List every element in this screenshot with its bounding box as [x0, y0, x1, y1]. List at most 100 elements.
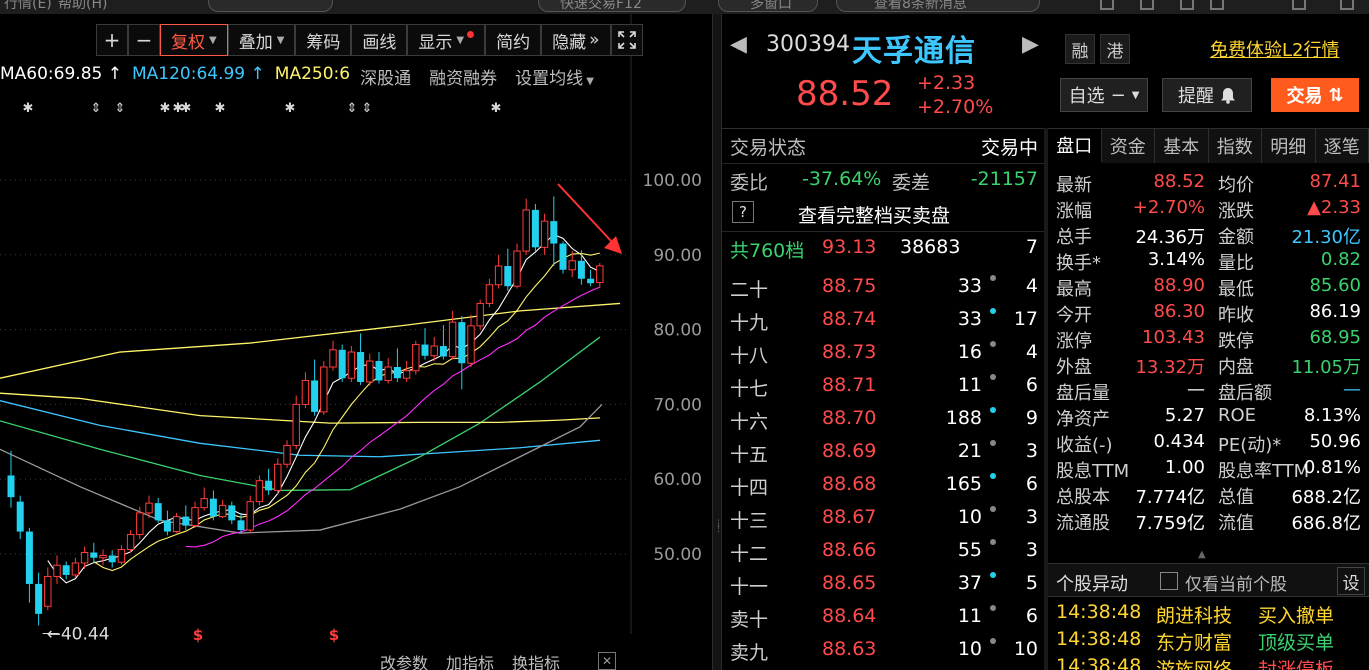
full-book-row[interactable]: ? 查看完整档买卖盘	[722, 197, 1044, 229]
event-updown-icon: ⇕	[115, 101, 126, 116]
current-only-checkbox[interactable]	[1160, 572, 1178, 590]
orderbook-row[interactable]: 卖十 88.64 11 6	[722, 601, 1044, 633]
hide-label: 隐藏	[552, 32, 587, 53]
order-dot-icon	[990, 407, 996, 413]
edit-params-button[interactable]: 改参数	[380, 650, 428, 670]
draw-button[interactable]: 画线	[351, 24, 408, 56]
phone-download-pill[interactable]	[208, 0, 333, 12]
candle-body	[347, 351, 356, 379]
level-label: 十九	[730, 312, 769, 334]
hk-connect-tag-button[interactable]: 港	[1100, 34, 1130, 64]
tab-orderbook[interactable]: 盘口	[1048, 129, 1102, 163]
price-change: +2.33	[917, 72, 976, 94]
watchlist-button[interactable]: 自选 − ▼	[1060, 78, 1148, 112]
current-only-label[interactable]: 仅看当前个股	[1185, 570, 1287, 595]
tab-capital[interactable]: 资金	[1101, 129, 1155, 163]
annotation-arrow-head-icon	[604, 236, 622, 254]
abnormal-move-row[interactable]: 14:38:48 朗进科技 买入撤单	[1048, 599, 1369, 627]
quote-value: —	[1187, 379, 1205, 400]
add-indicator-button[interactable]: 加指标	[446, 650, 494, 670]
full-book-link[interactable]: 查看完整档买卖盘	[798, 201, 950, 228]
zoom-in-button[interactable]: +	[96, 24, 128, 56]
candle-body	[228, 505, 236, 521]
display-button[interactable]: 显示 ▼	[407, 24, 486, 56]
abnormal-move-row[interactable]: 14:38:48 游族网络 封涨停板	[1048, 653, 1369, 670]
candle-body	[375, 361, 383, 381]
orderbook-row[interactable]: 卖九 88.63 10 10	[722, 634, 1044, 666]
orderbook-row[interactable]: 十八 88.73 16 4	[722, 337, 1044, 369]
tab-index[interactable]: 指数	[1208, 129, 1262, 163]
overlay-button[interactable]: 叠加 ▼	[227, 24, 296, 56]
alert-label: 提醒	[1178, 86, 1214, 107]
orderbook-row[interactable]: 十六 88.70 188 9	[722, 403, 1044, 435]
candle-body	[430, 345, 438, 357]
expand-icon-svg	[617, 31, 636, 49]
window-icon[interactable]	[1210, 0, 1224, 10]
level-count: 4	[1025, 275, 1038, 297]
quote-value: 85.60	[1309, 275, 1361, 296]
multi-window-label: 多窗口	[750, 0, 792, 12]
orderbook-row[interactable]: 十九 88.74 33 17	[722, 304, 1044, 336]
help-icon[interactable]: ?	[732, 201, 754, 223]
stock-name[interactable]: 天孚通信	[852, 26, 976, 70]
collapse-handle-icon[interactable]: ▲	[1198, 549, 1206, 560]
candle-body	[522, 209, 530, 252]
tab-detail[interactable]: 明细	[1262, 129, 1316, 163]
orderbook-row[interactable]: 十七 88.71 11 6	[722, 370, 1044, 402]
caret-down-icon: ▼	[276, 34, 285, 46]
orderbook-row[interactable]: 十五 88.69 21 3	[722, 436, 1044, 468]
l2-trial-link[interactable]: 免费体验L2行情	[1210, 36, 1339, 62]
order-dot-icon	[990, 374, 996, 380]
abnormal-settings-button[interactable]: 设	[1337, 567, 1365, 595]
order-book: 交易状态 交易中 委比 -37.64% 委差 -21157 ? 查看完整档买卖盘…	[722, 128, 1044, 670]
menu-help[interactable]: 帮助(H)	[58, 0, 107, 13]
orderbook-row[interactable]: 十四 88.68 165 6	[722, 469, 1044, 501]
expand-icon[interactable]	[610, 24, 643, 56]
chip-button[interactable]: 筹码	[295, 24, 352, 56]
ma-settings-label: 设置均线	[515, 69, 584, 89]
orderbook-row[interactable]: 十二 88.66 55 3	[722, 535, 1044, 567]
sz-connect-link[interactable]: 深股通	[360, 64, 411, 89]
margin-trading-link[interactable]: 融资融券	[429, 64, 497, 89]
candle-body	[550, 221, 558, 244]
abnormal-move-row[interactable]: 14:38:48 东方财富 顶级买单	[1048, 626, 1369, 654]
indicator-tools: 改参数 加指标 换指标	[380, 650, 560, 670]
alert-button[interactable]: 提醒	[1162, 78, 1252, 112]
orderbook-row[interactable]: 十一 88.65 37 5	[722, 568, 1044, 600]
window-icon[interactable]	[1180, 0, 1194, 10]
switch-indicator-button[interactable]: 换指标	[512, 650, 560, 670]
wb-value: -37.64%	[802, 168, 882, 190]
orderbook-row[interactable]: 十三 88.67 10 3	[722, 502, 1044, 534]
candle-body	[559, 243, 567, 270]
level-count: 3	[1025, 506, 1038, 528]
menu-quotes[interactable]: 行情(E)	[4, 0, 52, 13]
ma-long-line	[0, 403, 603, 534]
tab-tick[interactable]: 逐笔	[1315, 129, 1369, 163]
level-volume: 33	[957, 275, 982, 297]
candle-body	[44, 575, 52, 607]
prev-stock-icon[interactable]: ◀	[730, 32, 747, 57]
panel-splitter[interactable]	[712, 14, 722, 670]
margin-tag-button[interactable]: 融	[1065, 34, 1095, 64]
orderbook-row[interactable]: 二十 88.75 33 4	[722, 271, 1044, 303]
zoom-out-button[interactable]: −	[128, 24, 160, 56]
dividend-marker-icon: $	[329, 626, 339, 644]
candle-body	[154, 503, 162, 521]
window-icon[interactable]	[1100, 0, 1114, 10]
window-icon[interactable]	[1140, 0, 1154, 10]
simple-button[interactable]: 简约	[485, 24, 542, 56]
level-volume: 11	[957, 374, 982, 396]
candle-body	[25, 531, 33, 584]
hide-button[interactable]: 隐藏»	[541, 24, 611, 56]
window-icon[interactable]	[1340, 0, 1354, 10]
adjust-button[interactable]: 复权 ▼	[160, 24, 228, 56]
candlestick-chart[interactable]: 100.00 90.00 80.00 70.00 60.00 50.00 ←40.44 ✱ ⇕ ⇕…	[0, 14, 712, 670]
ma-settings-link[interactable]: 设置均线 ▼	[515, 64, 594, 89]
trade-button[interactable]: 交易 ⇅	[1271, 78, 1359, 112]
close-icon[interactable]: ✕	[598, 652, 616, 670]
quote-key: 跌停	[1218, 331, 1254, 352]
window-icon[interactable]	[1292, 0, 1306, 10]
next-stock-icon[interactable]: ▶	[1022, 32, 1039, 57]
tab-basic[interactable]: 基本	[1155, 129, 1209, 163]
total-levels-row: 共760档 93.13 38683 7	[722, 231, 1044, 263]
